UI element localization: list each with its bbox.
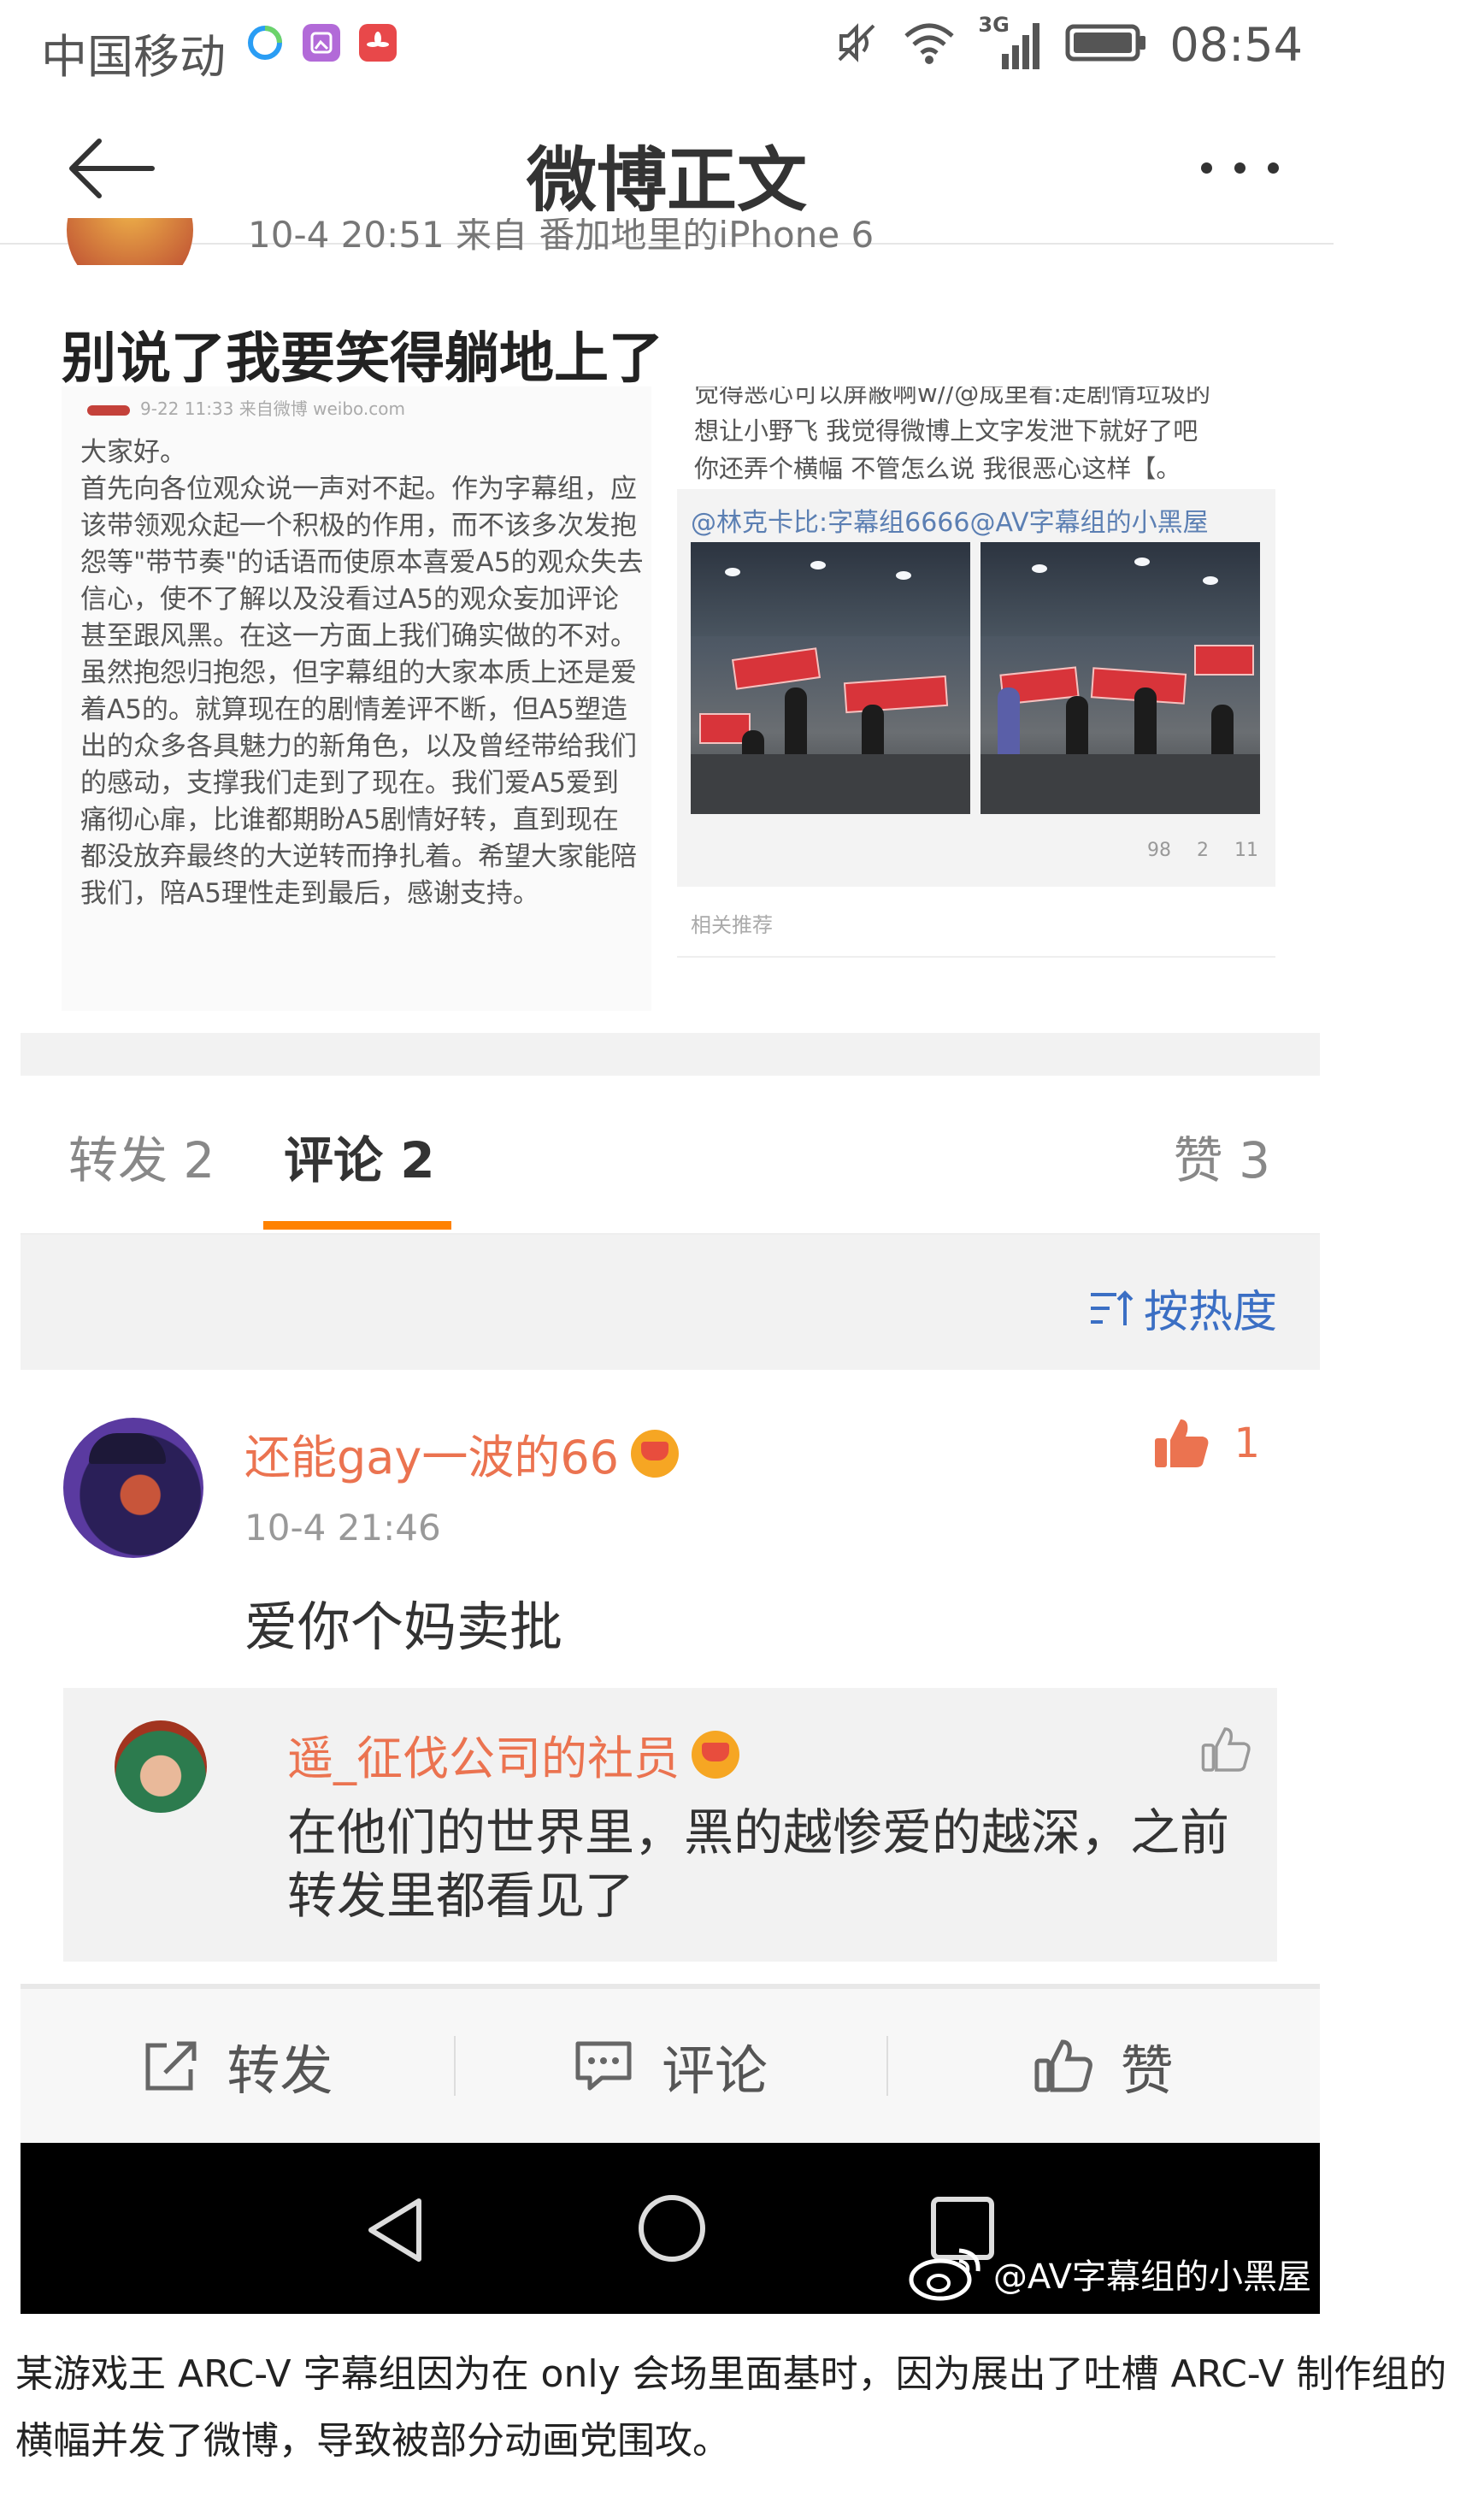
repost-label: 转发 — [227, 2039, 333, 2102]
status-right: 3G 08:54 — [833, 12, 1303, 77]
embedded-repost-count: 98 — [1147, 840, 1171, 861]
comment-like-count: 1 — [1234, 1419, 1260, 1467]
replier-username: 遥_征伐公司的社员 — [287, 1732, 680, 1785]
more-dot-icon — [1234, 162, 1246, 174]
nav-home-button[interactable] — [636, 2192, 708, 2268]
reply-like-button[interactable] — [1200, 1726, 1251, 1777]
embedded-repost-view: 觉得恶心可以屏蔽啊w//@成里看:走剧情垃圾的 想让小野飞 我觉得微博上文字发泄… — [668, 386, 1284, 1011]
interaction-tabs: 转发 2 评论 2 赞 3 — [21, 1076, 1320, 1235]
share-icon — [145, 2041, 197, 2091]
phone-screenshot: 中国移动 3G 08:54 微博正文 10-4 20:51 来自 番加地里的iP… — [0, 0, 1334, 2330]
comment-label: 评论 — [662, 2039, 768, 2102]
huawei-app-icon — [359, 24, 397, 62]
embedded-statement-text: 大家好。 首先向各位观众说一声对不起。作为字幕组，应该带领观众起一个积极的作用，… — [80, 437, 644, 909]
vip-crown-icon — [631, 1429, 680, 1478]
embedded-related-label: 相关推荐 — [691, 913, 773, 937]
browser-app-icon — [246, 24, 284, 62]
active-tab-indicator — [263, 1221, 451, 1230]
commenter-username: 还能gay一波的66 — [244, 1431, 620, 1484]
clock: 08:54 — [1169, 17, 1303, 72]
post-image[interactable]: 9-22 11:33 来自微博 weibo.com 大家好。 首先向各位观众说一… — [62, 386, 1284, 1011]
tab-comments[interactable]: 评论 2 — [284, 1120, 435, 1192]
reply-text: 在他们的世界里，黑的越惨爱的越深，之前转发里都看见了 — [287, 1803, 1230, 1925]
replier-avatar[interactable] — [115, 1720, 207, 1813]
post-text: 别说了我要笑得躺地上了 — [62, 327, 663, 391]
more-dot-icon — [1201, 162, 1212, 174]
comment-like-button[interactable]: 1 — [1151, 1416, 1260, 1471]
android-nav-bar: @AV字幕组的小黑屋 — [21, 2143, 1320, 2314]
event-photo — [691, 542, 970, 814]
wifi-icon — [903, 21, 956, 68]
action-bar: 转发 评论 赞 — [21, 1989, 1320, 2143]
section-gap — [21, 1033, 1320, 1076]
commenter-name[interactable]: 还能gay一波的66 — [244, 1419, 680, 1487]
sort-bar: 按热度 — [21, 1235, 1320, 1370]
embedded-stats: 98 2 11 — [1147, 840, 1258, 861]
post-meta-strip: 10-4 20:51 来自 番加地里的iPhone 6 — [0, 218, 1334, 265]
tab-reposts[interactable]: 转发 2 — [68, 1120, 215, 1192]
page-title: 微博正文 — [526, 140, 807, 221]
replier-name[interactable]: 遥_征伐公司的社员 — [287, 1720, 739, 1788]
thumbs-up-icon — [1155, 1419, 1209, 1467]
thumbs-up-outline-icon — [1034, 2039, 1092, 2092]
embedded-comment-count: 2 — [1197, 840, 1209, 861]
embedded-meta: 9-22 11:33 来自微博 weibo.com — [87, 395, 405, 420]
author-avatar[interactable] — [67, 218, 193, 265]
watermark-text: @AV字幕组的小黑屋 — [992, 2257, 1311, 2297]
status-bar: 中国移动 3G 08:54 — [0, 0, 1334, 90]
reply-item[interactable]: 遥_征伐公司的社员 在他们的世界里，黑的越惨爱的越深，之前转发里都看见了 — [63, 1688, 1277, 1962]
comment-button[interactable]: 评论 — [453, 1989, 887, 2143]
embedded-repost-title: @林克卡比:字幕组6666@AV字幕组的小黑屋 — [691, 508, 1209, 538]
mute-icon — [833, 19, 880, 70]
embedded-photos — [691, 542, 1260, 814]
gallery-app-icon — [303, 24, 340, 62]
event-photo — [980, 542, 1260, 814]
notification-icons — [246, 24, 397, 62]
embedded-repost-text: 觉得恶心可以屏蔽啊w//@成里看:走剧情垃圾的 想让小野飞 我觉得微博上文字发泄… — [694, 386, 1211, 483]
circle-home-icon — [639, 2195, 705, 2262]
triangle-back-icon — [368, 2198, 421, 2262]
repost-button[interactable]: 转发 — [21, 1989, 454, 2143]
carrier-label: 中国移动 — [41, 30, 226, 84]
tab-likes[interactable]: 赞 3 — [1174, 1120, 1270, 1192]
more-options-button[interactable] — [1159, 133, 1279, 202]
sort-label: 按热度 — [1143, 1287, 1277, 1338]
like-button[interactable]: 赞 — [886, 1989, 1320, 2143]
sort-icon — [1090, 1289, 1134, 1325]
battery-icon — [1065, 22, 1147, 67]
signal-icon: 3G — [978, 13, 1043, 73]
comment-item: 还能gay一波的66 1 10-4 21:46 爱你个妈卖批 遥_征伐公司的社员… — [21, 1370, 1320, 1986]
caption: 某游戏王 ARC-V 字幕组因为在 only 会场里面基时，因为展出了吐槽 AR… — [15, 2352, 1447, 2463]
sort-by-hot-button[interactable]: 按热度 — [1087, 1276, 1277, 1340]
vip-crown-icon — [692, 1730, 739, 1779]
embedded-statement: 9-22 11:33 来自微博 weibo.com 大家好。 首先向各位观众说一… — [62, 386, 651, 1011]
commenter-avatar[interactable] — [63, 1418, 203, 1558]
comment-icon — [575, 2041, 632, 2091]
embedded-like-count: 11 — [1234, 840, 1258, 861]
weibo-watermark: @AV字幕组的小黑屋 — [908, 2245, 1311, 2302]
comment-time: 10-4 21:46 — [244, 1507, 441, 1549]
embedded-repost-card: @林克卡比:字幕组6666@AV字幕组的小黑屋 98 2 11 — [677, 489, 1275, 887]
more-dot-icon — [1268, 162, 1279, 174]
comment-text: 爱你个妈卖批 — [244, 1596, 563, 1658]
nav-back-button[interactable] — [362, 2196, 431, 2268]
post-meta: 10-4 20:51 来自 番加地里的iPhone 6 — [248, 218, 874, 256]
like-label: 赞 — [1120, 2039, 1174, 2102]
thumbs-up-outline-icon — [1201, 1727, 1251, 1772]
weibo-logo-icon — [909, 2248, 980, 2301]
